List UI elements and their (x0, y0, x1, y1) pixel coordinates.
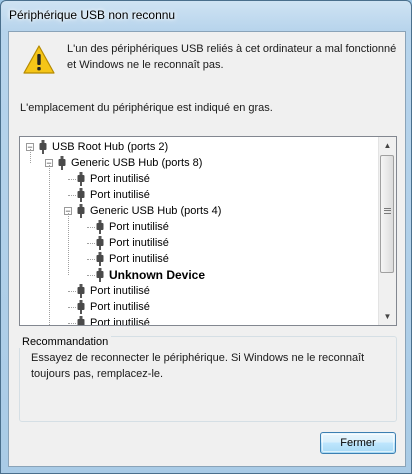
dialog-body: L'un des périphériques USB reliés à cet … (8, 31, 406, 467)
tree-connector (68, 195, 76, 196)
tree-connector (87, 275, 95, 276)
device-tree[interactable]: ▲ ▼ − USB Root Hub (ports 2) − Generic USB … (19, 136, 397, 326)
usb-plug-icon (77, 316, 85, 325)
title-bar[interactable]: Périphérique USB non reconnu (1, 1, 411, 29)
tree-connector (87, 227, 95, 228)
recommendation-title: Recommandation (19, 336, 112, 348)
tree-guide-line (49, 165, 50, 325)
tree-node-label: Port inutilisé (90, 189, 150, 201)
error-message: L'un des périphériques USB reliés à cet … (67, 41, 397, 73)
close-button[interactable]: Fermer (320, 432, 396, 454)
usb-plug-icon (77, 172, 85, 186)
tree-node-label: Port inutilisé (109, 253, 169, 265)
error-message-line1: L'un des périphériques USB reliés à cet … (67, 43, 397, 55)
usb-plug-icon (77, 300, 85, 314)
tree-node-label: Port inutilisé (109, 237, 169, 249)
usb-plug-icon (77, 188, 85, 202)
usb-plug-icon (96, 252, 104, 266)
grip-icon (384, 208, 391, 211)
tree-node-label: Port inutilisé (90, 285, 150, 297)
tree-guide-line (68, 213, 69, 275)
tree-scrollbar[interactable]: ▲ ▼ (378, 137, 396, 325)
tree-connector (68, 323, 76, 324)
recommendation-line1: Essayez de reconnecter le périphérique. … (31, 352, 365, 364)
tree-node[interactable]: Port inutilisé (20, 299, 378, 315)
tree-node-label: Port inutilisé (90, 301, 150, 313)
tree-connector (87, 243, 95, 244)
tree-node[interactable]: Port inutilisé (20, 315, 378, 326)
tree-guide-line (30, 149, 31, 163)
tree-connector (68, 179, 76, 180)
tree-node-label: Port inutilisé (109, 221, 169, 233)
recommendation-line2: toujours pas, remplacez-le. (31, 368, 164, 380)
close-button-label: Fermer (340, 437, 376, 449)
tree-connector (68, 291, 76, 292)
scrollbar-thumb[interactable] (380, 155, 394, 273)
usb-plug-icon (96, 236, 104, 250)
tree-node[interactable]: Port inutilisé (20, 235, 378, 251)
location-label: L'emplacement du périphérique est indiqu… (20, 102, 273, 114)
usb-plug-icon (96, 220, 104, 234)
tree-node-label: Port inutilisé (90, 173, 150, 185)
usb-plug-icon (39, 140, 47, 154)
grip-icon (384, 213, 391, 215)
tree-node-label: Generic USB Hub (ports 8) (71, 157, 203, 169)
usb-plug-icon (77, 204, 85, 218)
dialog-window: Périphérique USB non reconnu L'un des pé… (0, 0, 412, 474)
tree-node-unknown-device[interactable]: Unknown Device (20, 267, 378, 283)
tree-node[interactable]: − USB Root Hub (ports 2) (20, 139, 378, 155)
tree-node-label: Unknown Device (109, 268, 206, 282)
tree-node[interactable]: Port inutilisé (20, 171, 378, 187)
warning-icon (23, 45, 55, 74)
tree-node[interactable]: Port inutilisé (20, 187, 378, 203)
usb-plug-icon (96, 268, 104, 282)
error-message-line2: et Windows ne le reconnaît pas. (67, 59, 224, 71)
tree-node-label: Port inutilisé (90, 317, 150, 326)
tree-node[interactable]: Port inutilisé (20, 251, 378, 267)
tree-node-label: Generic USB Hub (ports 4) (90, 205, 222, 217)
window-title: Périphérique USB non reconnu (9, 8, 176, 22)
tree-node[interactable]: − Generic USB Hub (ports 8) (20, 155, 378, 171)
tree-node[interactable]: Port inutilisé (20, 219, 378, 235)
arrow-up-icon[interactable]: ▲ (379, 137, 396, 154)
tree-connector (87, 259, 95, 260)
tree-connector (68, 307, 76, 308)
usb-plug-icon (58, 156, 66, 170)
arrow-down-icon[interactable]: ▼ (379, 308, 396, 325)
recommendation-text: Essayez de reconnecter le périphérique. … (31, 350, 381, 382)
tree-node[interactable]: Port inutilisé (20, 283, 378, 299)
tree-node[interactable]: − Generic USB Hub (ports 4) (20, 203, 378, 219)
tree-node-label: USB Root Hub (ports 2) (52, 141, 169, 153)
usb-plug-icon (77, 284, 85, 298)
